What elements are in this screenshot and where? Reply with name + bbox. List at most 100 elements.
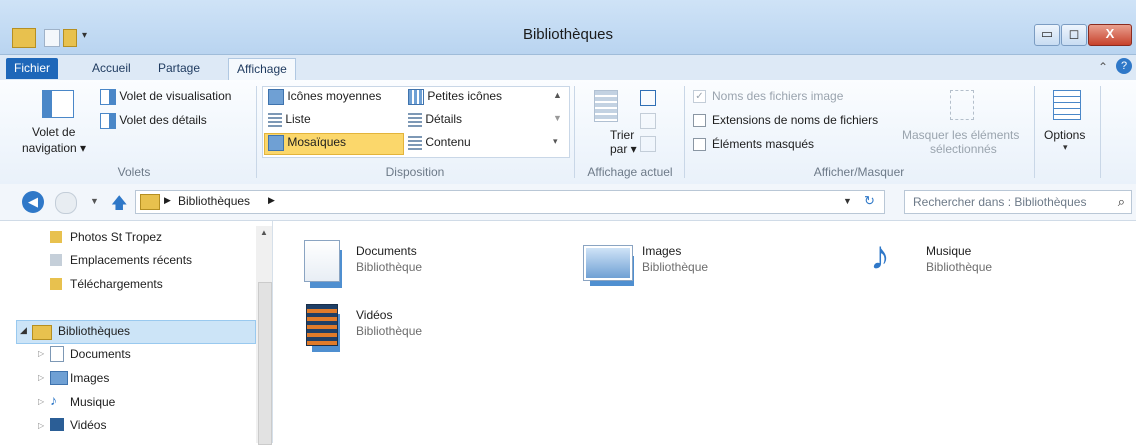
checkbox-file-name-extensions-image: ✓ <box>693 90 706 103</box>
scrollbar-thumb[interactable] <box>258 282 272 445</box>
minimize-button[interactable]: ▭ <box>1034 24 1060 46</box>
library-folder-icon <box>140 194 160 210</box>
group-label-disposition: Disposition <box>385 165 445 179</box>
nav-item-downloads[interactable]: Téléchargements <box>70 274 163 294</box>
options-icon <box>1053 90 1081 120</box>
tile-videos[interactable]: Vidéos Bibliothèque <box>296 304 536 352</box>
checkbox-file-extensions[interactable] <box>693 114 706 127</box>
layout-details[interactable]: Détails <box>408 112 462 127</box>
medium-icons-icon <box>268 89 284 105</box>
layout-label: Contenu <box>425 135 471 149</box>
layout-label: Liste <box>285 112 311 126</box>
nav-item-recent-places[interactable]: Emplacements récents <box>70 250 192 270</box>
tab-affichage[interactable]: Affichage <box>228 58 296 80</box>
back-button[interactable]: ◀ <box>22 191 44 213</box>
window-title: Bibliothèques <box>522 26 614 43</box>
expand-icon[interactable]: ▷ <box>38 421 44 430</box>
navigation-pane-button[interactable]: Volet de navigation ▾ <box>22 90 94 160</box>
tile-name: Documents <box>356 244 417 258</box>
navigation-pane-label-2: navigation ▾ <box>22 141 87 155</box>
preview-pane-button[interactable]: Volet de visualisation <box>100 89 231 105</box>
nav-item-libraries-label: Bibliothèques <box>58 324 131 338</box>
sort-by-button[interactable]: Trier par ▾ <box>582 88 637 158</box>
options-button[interactable]: Options ▾ <box>1040 88 1094 158</box>
group-label-afficher-masquer: Afficher/Masquer <box>813 165 905 179</box>
hide-selected-button: Masquer les éléments sélectionnés <box>900 88 1030 158</box>
preview-pane-icon <box>100 89 116 105</box>
nav-item-videos[interactable]: Vidéos <box>70 415 106 435</box>
add-columns-icon <box>640 113 656 129</box>
music-library-icon: ♪ <box>870 234 890 278</box>
refresh-icon[interactable]: ↻ <box>864 193 875 209</box>
small-icons-icon <box>408 89 424 105</box>
images-library-icon <box>584 246 632 280</box>
tab-fichier[interactable]: Fichier <box>6 58 59 79</box>
help-icon[interactable]: ? <box>1116 58 1132 74</box>
tile-name: Images <box>642 244 682 258</box>
layout-list[interactable]: Liste <box>268 112 311 127</box>
details-pane-button[interactable]: Volet des détails <box>100 113 207 129</box>
sort-by-label-1: Trier <box>610 128 635 142</box>
breadcrumb[interactable]: Bibliothèques <box>178 194 250 208</box>
tile-images[interactable]: Images Bibliothèque <box>582 240 822 288</box>
tile-name: Musique <box>926 244 972 258</box>
nav-item-photos-st-tropez[interactable]: Photos St Tropez <box>70 227 162 247</box>
nav-item-libraries[interactable] <box>16 320 256 344</box>
expand-icon[interactable]: ▷ <box>38 397 44 406</box>
layout-label: Icônes moyennes <box>287 89 382 104</box>
navigation-pane-label-1: Volet de <box>32 125 76 139</box>
videos-library-icon <box>306 304 338 346</box>
close-button[interactable]: X <box>1088 24 1132 46</box>
forward-button <box>55 192 77 214</box>
recent-places-icon <box>50 254 62 266</box>
ribbon-minimize-icon[interactable]: ⌃ <box>1098 60 1108 74</box>
options-label: Options <box>1044 128 1086 142</box>
breadcrumb-separator-icon: ▶ <box>268 195 275 205</box>
nav-item-images[interactable]: Images <box>70 368 109 388</box>
navigation-pane-icon <box>42 90 74 118</box>
folder-icon <box>50 278 62 290</box>
documents-library-icon <box>304 240 340 282</box>
hide-selected-label-2: sélectionnés <box>930 142 997 156</box>
search-icon: ⌕ <box>1117 194 1125 209</box>
ribbon-separator <box>574 86 575 178</box>
recent-locations-icon[interactable]: ▼ <box>90 196 99 206</box>
nav-item-documents[interactable]: Documents <box>70 344 131 364</box>
documents-library-icon <box>50 346 64 362</box>
gallery-scroll-down-icon[interactable]: ▼ <box>553 113 562 123</box>
checkbox-label: Noms des fichiers image <box>712 89 844 103</box>
expand-icon[interactable]: ▷ <box>38 349 44 358</box>
scroll-up-icon[interactable]: ▲ <box>260 228 268 237</box>
checkbox-hidden-items[interactable] <box>693 138 706 151</box>
details-pane-icon <box>100 113 116 129</box>
preview-pane-label: Volet de visualisation <box>119 89 232 104</box>
nav-item-music[interactable]: Musique <box>70 392 115 412</box>
library-folder-icon <box>32 325 52 340</box>
address-dropdown-icon[interactable]: ▼ <box>843 196 852 206</box>
up-button[interactable]: 🡅 <box>111 192 127 219</box>
hide-selected-icon <box>950 90 974 120</box>
layout-content[interactable]: Contenu <box>408 135 471 150</box>
layout-medium-icons[interactable]: Icônes moyennes <box>268 89 381 105</box>
expand-icon[interactable]: ▷ <box>38 373 44 382</box>
tile-music[interactable]: ♪ Musique Bibliothèque <box>866 234 1106 288</box>
ribbon-separator <box>1100 86 1101 178</box>
layout-label: Mosaïques <box>287 135 347 150</box>
tile-documents[interactable]: Documents Bibliothèque <box>296 240 536 288</box>
maximize-button[interactable]: ◻ <box>1061 24 1087 46</box>
checkbox-label: Éléments masqués <box>712 137 815 151</box>
layout-small-icons[interactable]: Petites icônes <box>408 89 502 105</box>
search-placeholder: Rechercher dans : Bibliothèques <box>913 195 1087 209</box>
tab-partage[interactable]: Partage <box>150 58 208 79</box>
group-by-icon[interactable] <box>640 90 656 106</box>
gallery-scroll-up-icon[interactable]: ▲ <box>553 90 562 100</box>
expand-collapse-icon[interactable]: ◢ <box>20 325 27 336</box>
folder-icon <box>50 231 62 243</box>
ribbon-separator <box>256 86 257 178</box>
layout-tiles[interactable]: Mosaïques <box>268 135 346 151</box>
tile-type: Bibliothèque <box>642 260 709 274</box>
gallery-more-icon[interactable]: ▾ <box>553 136 558 147</box>
tab-accueil[interactable]: Accueil <box>84 58 139 79</box>
search-input[interactable]: Rechercher dans : Bibliothèques ⌕ <box>904 190 1132 214</box>
options-dropdown-icon: ▾ <box>1063 142 1068 152</box>
